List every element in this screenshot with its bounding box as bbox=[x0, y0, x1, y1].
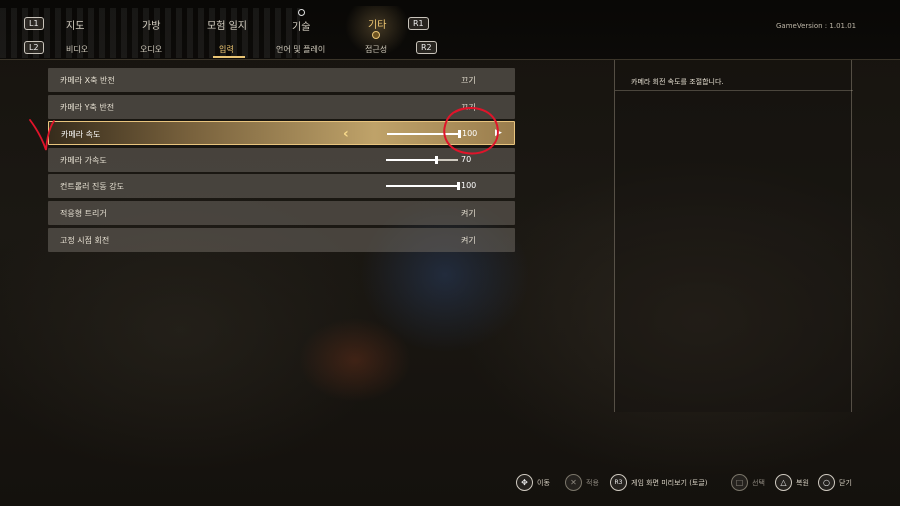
slider-fill bbox=[386, 185, 458, 188]
tab-adventure-log[interactable]: 모험 일지 bbox=[207, 17, 247, 32]
hint-label: 게임 화면 미리보기 (토글) bbox=[631, 479, 708, 487]
setting-label: 카메라 속도 bbox=[61, 130, 101, 140]
setting-value: 켜기 bbox=[461, 235, 476, 245]
tab-other[interactable]: 기타 bbox=[368, 16, 386, 31]
slider-thumb[interactable] bbox=[457, 182, 460, 191]
r3-icon: R3 bbox=[610, 474, 627, 491]
arrow-left-icon[interactable]: ‹ bbox=[343, 126, 349, 142]
setting-camera-x-invert[interactable]: 카메라 X축 반전 끄기 bbox=[48, 68, 515, 92]
settings-list: 카메라 X축 반전 끄기 카메라 Y축 반전 끄기 카메라 속도 ‹ 100 ▶… bbox=[48, 68, 515, 254]
slider-value: 70 bbox=[461, 154, 472, 164]
subtab-language-play[interactable]: 언어 및 플레이 bbox=[276, 44, 325, 55]
gear-icon bbox=[298, 9, 305, 16]
setting-value: 끄기 bbox=[461, 76, 476, 85]
setting-controller-vibration[interactable]: 컨트롤러 진동 강도 100 bbox=[48, 174, 515, 199]
setting-label: 카메라 가속도 bbox=[60, 155, 107, 165]
hint-label: 복원 bbox=[796, 479, 809, 487]
slider-thumb[interactable] bbox=[458, 130, 461, 139]
subtab-accessibility[interactable]: 접근성 bbox=[365, 44, 387, 55]
r1-button[interactable]: R1 bbox=[408, 17, 429, 30]
circle-icon: ○ bbox=[818, 474, 835, 491]
l1-button[interactable]: L1 bbox=[24, 17, 44, 30]
slider-thumb[interactable] bbox=[435, 155, 439, 164]
setting-label: 적응형 트리거 bbox=[60, 208, 107, 218]
tab-map[interactable]: 지도 bbox=[66, 17, 84, 32]
square-icon: □ bbox=[731, 474, 748, 491]
setting-label: 고정 시점 회전 bbox=[60, 235, 110, 245]
setting-label: 카메라 X축 반전 bbox=[60, 76, 115, 85]
r2-button[interactable]: R2 bbox=[416, 41, 437, 54]
active-tab-indicator-icon bbox=[372, 31, 380, 39]
dpad-icon: ✥ bbox=[516, 474, 533, 491]
camera-acceleration-slider[interactable] bbox=[386, 155, 458, 164]
setting-fixed-view-rotation[interactable]: 고정 시점 회전 켜기 bbox=[48, 227, 515, 252]
setting-value: 끄기 bbox=[461, 102, 476, 112]
setting-label: 카메라 Y축 반전 bbox=[60, 102, 115, 112]
slider-value: 100 bbox=[461, 181, 477, 191]
cross-icon: ✕ bbox=[565, 474, 582, 491]
arrow-right-icon[interactable]: ▶ bbox=[495, 128, 502, 138]
setting-value: 켜기 bbox=[461, 208, 476, 218]
hint-label: 닫기 bbox=[839, 479, 852, 487]
setting-adaptive-trigger[interactable]: 적응형 트리거 켜기 bbox=[48, 200, 515, 225]
setting-camera-acceleration[interactable]: 카메라 가속도 70 bbox=[48, 147, 515, 172]
description-panel: 카메라 회전 속도를 조절합니다. bbox=[614, 60, 853, 412]
tab-skills[interactable]: 기술 bbox=[292, 18, 310, 33]
subtab-input[interactable]: 입력 bbox=[219, 44, 234, 55]
slider-fill bbox=[386, 158, 437, 161]
game-version: GameVersion : 1.01.01 bbox=[776, 22, 857, 30]
setting-camera-speed[interactable]: 카메라 속도 ‹ 100 ▶ bbox=[48, 121, 515, 146]
hint-label: 이동 bbox=[537, 479, 550, 487]
description-divider bbox=[615, 90, 853, 91]
subtab-audio[interactable]: 오디오 bbox=[140, 44, 162, 55]
l2-button[interactable]: L2 bbox=[24, 41, 44, 54]
description-text: 카메라 회전 속도를 조절합니다. bbox=[631, 78, 724, 86]
hint-label: 적용 bbox=[586, 479, 599, 487]
slider-fill bbox=[387, 133, 459, 136]
tab-bag[interactable]: 가방 bbox=[142, 17, 160, 32]
hint-label: 선택 bbox=[752, 479, 765, 487]
setting-label: 컨트롤러 진동 강도 bbox=[60, 182, 124, 192]
subtab-underline bbox=[213, 56, 245, 58]
triangle-icon: △ bbox=[775, 474, 792, 491]
vibration-slider[interactable] bbox=[386, 182, 460, 191]
camera-speed-slider[interactable] bbox=[387, 130, 461, 139]
subtab-video[interactable]: 비디오 bbox=[66, 44, 88, 55]
slider-value: 100 bbox=[462, 129, 478, 139]
setting-camera-y-invert[interactable]: 카메라 Y축 반전 끄기 bbox=[48, 94, 515, 119]
